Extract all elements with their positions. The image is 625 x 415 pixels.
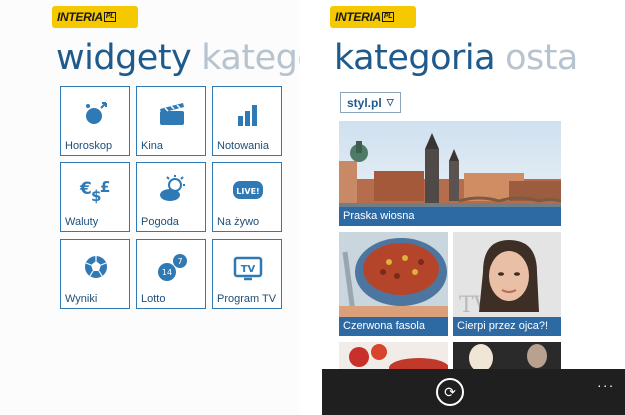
logo-text: INTERIA <box>335 10 381 24</box>
bar-chart-icon <box>238 105 257 126</box>
lotto-number: 14 <box>162 268 172 277</box>
logo-text: INTERIA <box>57 10 103 24</box>
horoscope-icon <box>86 102 107 124</box>
category-screen: INTERIA PL kategoria osta styl.pl ▽ Pras… <box>322 0 625 415</box>
more-options-button[interactable]: ... <box>597 374 615 390</box>
tile-lotto[interactable]: 14 7 Lotto <box>136 239 206 309</box>
article-card-czerwona-fasola[interactable]: Czerwona fasola <box>339 232 448 336</box>
interia-logo: INTERIA PL <box>52 6 138 28</box>
soup-image <box>339 342 448 372</box>
football-icon <box>85 256 107 278</box>
card-caption: Cierpi przez ojca?! <box>453 317 561 336</box>
article-card-partial-people[interactable] <box>453 342 561 372</box>
tile-label: Notowania <box>217 140 269 152</box>
tile-label: Na żywo <box>217 216 260 228</box>
pivot-item-kategoria[interactable]: katego <box>201 38 300 78</box>
live-badge: LIVE! <box>236 187 259 196</box>
tile-pogoda[interactable]: Pogoda <box>136 162 206 232</box>
tile-label: Pogoda <box>141 216 179 228</box>
tv-icon: TV <box>233 256 263 281</box>
pivot-item-kategoria[interactable]: kategoria <box>334 38 496 78</box>
tile-notowania[interactable]: Notowania <box>212 86 282 156</box>
live-icon: LIVE! <box>233 181 263 199</box>
logo-suffix: PL <box>103 12 117 22</box>
pivot-item-ostatnie[interactable]: osta <box>505 38 578 78</box>
card-caption: Czerwona fasola <box>339 317 448 336</box>
tile-label: Wyniki <box>65 293 98 305</box>
article-card-praska-wiosna[interactable]: Praska wiosna <box>339 121 561 226</box>
article-card-cierpi-przez-ojca[interactable]: TV Cierpi przez ojca?! <box>453 232 561 336</box>
pivot-item-widgety[interactable]: widgety <box>56 38 192 78</box>
tile-label: Waluty <box>65 216 99 228</box>
people-image <box>453 342 561 372</box>
logo-suffix: PL <box>381 12 395 22</box>
svg-text:£: £ <box>100 178 110 196</box>
tile-label: Lotto <box>141 293 166 305</box>
refresh-icon[interactable]: ⟳ <box>436 378 464 406</box>
lotto-number: 7 <box>177 257 182 266</box>
lotto-icon: 14 7 <box>158 254 187 281</box>
tile-label: Horoskop <box>65 140 113 152</box>
tile-label: Program TV <box>217 293 277 305</box>
interia-logo: INTERIA PL <box>330 6 416 28</box>
currency-icon: € $ £ <box>79 178 110 205</box>
tv-badge: TV <box>241 264 256 275</box>
tile-waluty[interactable]: € $ £ Waluty <box>60 162 130 232</box>
dropdown-value: styl.pl <box>347 95 382 110</box>
card-caption: Praska wiosna <box>339 207 561 226</box>
clapperboard-icon <box>160 103 184 125</box>
tile-program-tv[interactable]: TV Program TV <box>212 239 282 309</box>
tile-na-zywo[interactable]: LIVE! Na żywo <box>212 162 282 232</box>
category-dropdown[interactable]: styl.pl ▽ <box>340 92 401 113</box>
application-bar: ⟳ ... <box>322 369 625 415</box>
chevron-down-icon: ▽ <box>386 97 394 107</box>
tile-label: Kina <box>141 140 164 152</box>
tile-horoskop[interactable]: Horoskop <box>60 86 130 156</box>
widgets-screen: INTERIA PL widgetykatego Horoskop Kina N… <box>0 0 300 415</box>
weather-icon <box>160 175 185 201</box>
tile-wyniki[interactable]: Wyniki <box>60 239 130 309</box>
pivot-header: kategoria osta <box>334 38 578 78</box>
article-card-partial-soup[interactable] <box>339 342 448 372</box>
tile-kina[interactable]: Kina <box>136 86 206 156</box>
svg-text:€: € <box>79 179 92 199</box>
pivot-header: widgetykatego <box>56 38 300 78</box>
